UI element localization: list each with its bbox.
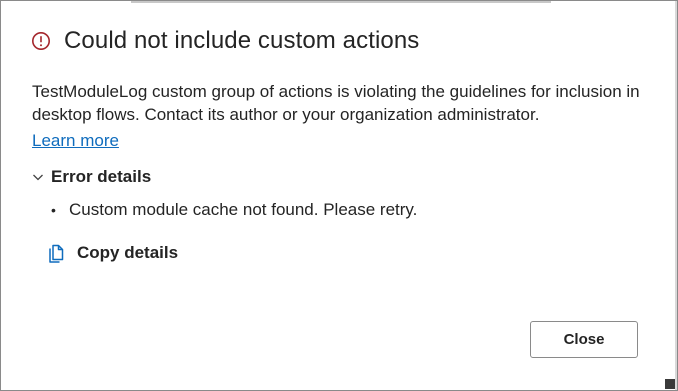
error-details-toggle[interactable]: Error details: [31, 167, 151, 187]
error-dialog: Could not include custom actions TestMod…: [0, 0, 678, 391]
list-item: • Custom module cache not found. Please …: [51, 200, 417, 220]
close-button[interactable]: Close: [530, 321, 638, 358]
learn-more-link[interactable]: Learn more: [32, 131, 119, 151]
error-message: TestModuleLog custom group of actions is…: [32, 82, 640, 124]
dialog-header: Could not include custom actions: [31, 27, 419, 55]
copy-details-label: Copy details: [77, 243, 179, 262]
chevron-down-icon: [31, 170, 45, 184]
dialog-right-edge: [675, 1, 677, 390]
error-detail-text: Custom module cache not found. Please re…: [69, 200, 418, 219]
resize-corner: [665, 379, 675, 389]
error-details-label: Error details: [51, 167, 152, 186]
dialog-title: Could not include custom actions: [64, 27, 420, 54]
error-circle-icon: [31, 31, 51, 51]
dialog-top-border: [131, 1, 551, 3]
copy-details-button[interactable]: Copy details: [47, 242, 178, 264]
bullet: •: [51, 202, 56, 218]
error-details-list: • Custom module cache not found. Please …: [51, 200, 417, 220]
copy-icon: [47, 242, 67, 264]
